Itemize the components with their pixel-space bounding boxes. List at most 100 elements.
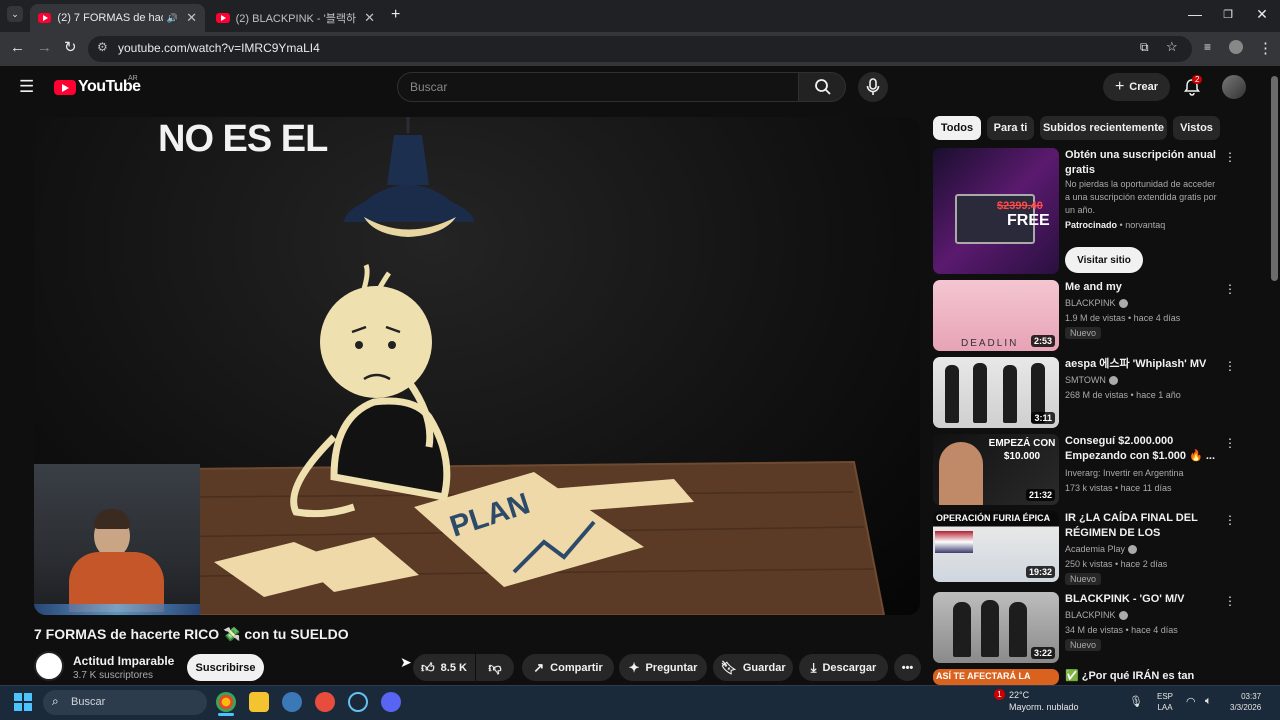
subscribe-button[interactable]: Suscribirse bbox=[187, 654, 264, 681]
discord-icon[interactable] bbox=[381, 692, 401, 712]
rec-item[interactable]: DEADLIN 2:53 Me and my BLACKPINK 1.9 M d… bbox=[933, 280, 1236, 352]
voice-search-button[interactable] bbox=[858, 72, 888, 102]
install-app-icon[interactable]: ⧉ bbox=[1140, 40, 1149, 55]
rec-title[interactable]: aespa 에스파 'Whiplash' MV bbox=[1065, 357, 1223, 372]
dislike-button[interactable]: 👎︎ bbox=[476, 654, 514, 681]
rec-thumbnail[interactable]: 3:22 bbox=[933, 592, 1059, 663]
plus-icon: + bbox=[1114, 78, 1125, 95]
forward-icon[interactable]: → bbox=[37, 39, 52, 56]
rec-channel: SMTOWN bbox=[1065, 375, 1118, 386]
search-button[interactable] bbox=[798, 72, 846, 102]
scrollbar-thumb[interactable] bbox=[1271, 76, 1278, 281]
rec-title[interactable]: Me and my bbox=[1065, 280, 1223, 295]
save-button[interactable]: 🔖︎ Guardar bbox=[713, 654, 793, 681]
more-vertical-icon[interactable]: ⋮ bbox=[1224, 359, 1236, 373]
system-clock[interactable]: 03:37 3/3/2026 bbox=[1230, 691, 1261, 713]
more-vertical-icon[interactable]: ⋮ bbox=[1224, 513, 1236, 527]
more-actions-button[interactable]: ••• bbox=[894, 654, 921, 681]
active-app-indicator bbox=[218, 713, 234, 716]
chip-vistos[interactable]: Vistos bbox=[1173, 116, 1220, 140]
keyboard-lights bbox=[34, 604, 200, 615]
chip-para-ti[interactable]: Para ti bbox=[987, 116, 1034, 140]
rec-title[interactable]: IR ¿LA CAÍDA FINAL DEL RÉGIMEN DE LOS AY… bbox=[1065, 511, 1223, 541]
more-vertical-icon[interactable]: ⋮ bbox=[1224, 594, 1236, 608]
microphone-icon bbox=[866, 78, 880, 95]
ad-card[interactable]: $2399.40 FREE Obtén una suscripción anua… bbox=[933, 148, 1236, 276]
media-control-icon[interactable]: ≡ bbox=[1204, 40, 1211, 54]
rec-title[interactable]: BLACKPINK - 'GO' M/V bbox=[1065, 592, 1223, 607]
download-button[interactable]: ⤓ Descargar bbox=[799, 654, 888, 681]
more-vertical-icon[interactable]: ⋮ bbox=[1224, 436, 1236, 450]
rec-item[interactable]: EMPEZÁ CON $10.000 21:32 Conseguí $2.000… bbox=[933, 434, 1236, 506]
youtube-logo-icon[interactable] bbox=[54, 80, 76, 95]
browser-tab-active[interactable]: (2) 7 FORMAS de hacerte RICO 🔊 ✕ bbox=[30, 4, 205, 32]
weather-widget[interactable]: 22°C Mayorm. nublado bbox=[1009, 689, 1079, 713]
volume-icon[interactable]: 🔈︎ bbox=[1205, 695, 1212, 708]
account-avatar[interactable] bbox=[1222, 75, 1246, 99]
rec-thumbnail[interactable]: 3:11 bbox=[933, 357, 1059, 428]
close-tab-icon[interactable]: ✕ bbox=[186, 10, 197, 26]
app-icon[interactable] bbox=[315, 692, 335, 712]
create-button[interactable]: + Crear bbox=[1103, 73, 1170, 101]
steam-icon[interactable] bbox=[348, 692, 368, 712]
windows-start-icon[interactable] bbox=[14, 693, 32, 711]
video-player[interactable]: NO ES EL PLAN bbox=[34, 117, 920, 615]
tab-search-chevron-icon[interactable]: ⌄ bbox=[7, 6, 23, 22]
rec-channel: BLACKPINK bbox=[1065, 298, 1128, 309]
more-vertical-icon[interactable]: ⋮ bbox=[1224, 150, 1236, 164]
rec-item[interactable]: OPERACIÓN FURIA ÉPICA 19:32 IR ¿LA CAÍDA… bbox=[933, 511, 1236, 585]
browser-tab[interactable]: (2) BLACKPINK - '블랙하우스' (BL ✕ bbox=[208, 4, 383, 32]
new-tab-icon[interactable]: + bbox=[391, 6, 400, 24]
channel-avatar[interactable] bbox=[34, 651, 64, 681]
language-indicator[interactable]: ESP LAA bbox=[1157, 691, 1173, 713]
chip-todos[interactable]: Todos bbox=[933, 116, 981, 140]
profile-icon[interactable] bbox=[1229, 40, 1243, 54]
chip-subidos[interactable]: Subidos recientemente bbox=[1040, 116, 1167, 140]
like-button[interactable]: 👍︎ 8.5 K bbox=[413, 654, 475, 681]
create-label: Crear bbox=[1129, 81, 1159, 93]
rec-meta: 1.9 M de vistas • hace 4 días bbox=[1065, 313, 1181, 323]
bookmark-icon: 🔖︎ bbox=[720, 659, 737, 675]
bookmark-star-icon[interactable]: ☆ bbox=[1166, 39, 1178, 55]
minimize-icon[interactable]: — bbox=[1185, 6, 1205, 22]
video-title: 7 FORMAS de hacerte RICO 💸 con tu SUELDO bbox=[34, 626, 349, 642]
close-tab-icon[interactable]: ✕ bbox=[364, 10, 375, 26]
rec-thumbnail[interactable]: OPERACIÓN FURIA ÉPICA 19:32 bbox=[933, 511, 1059, 582]
close-window-icon[interactable]: ✕ bbox=[1252, 6, 1272, 23]
rec-title[interactable]: Conseguí $2.000.000 Empezando con $1.000… bbox=[1065, 434, 1223, 464]
rec-thumbnail[interactable]: ASÍ TE AFECTARÁ LA bbox=[933, 669, 1059, 685]
address-bar[interactable]: ⚙ youtube.com/watch?v=IMRC9YmaLI4 ⧉ ☆ bbox=[88, 36, 1192, 62]
rec-thumbnail[interactable]: DEADLIN 2:53 bbox=[933, 280, 1059, 351]
ask-button[interactable]: ✦ Preguntar bbox=[619, 654, 707, 681]
more-vertical-icon[interactable]: ⋮ bbox=[1224, 282, 1236, 296]
share-button[interactable]: ↗ Compartir bbox=[522, 654, 614, 681]
maximize-icon[interactable]: ❐ bbox=[1218, 8, 1238, 21]
download-icon: ⤓ bbox=[810, 659, 817, 675]
browser-menu-icon[interactable]: ⋮ bbox=[1258, 39, 1273, 57]
channel-name[interactable]: Actitud Imparable bbox=[73, 654, 174, 668]
chrome-icon[interactable] bbox=[216, 692, 236, 712]
settings-icon[interactable] bbox=[282, 692, 302, 712]
search-input[interactable]: Buscar bbox=[397, 72, 799, 102]
rec-meta: 268 M de vistas • hace 1 año bbox=[1065, 390, 1181, 400]
rec-item[interactable]: ASÍ TE AFECTARÁ LA ✅ ¿Por qué IRÁN es ta… bbox=[933, 669, 1233, 685]
figure-graphic bbox=[981, 600, 999, 657]
reload-icon[interactable]: ↻ bbox=[64, 38, 77, 56]
wifi-icon[interactable]: ◠ bbox=[1186, 695, 1196, 708]
site-info-icon[interactable]: ⚙ bbox=[97, 40, 108, 54]
visit-site-button[interactable]: Visitar sitio bbox=[1065, 247, 1143, 273]
ad-title[interactable]: Obtén una suscripción anual gratis bbox=[1065, 148, 1223, 178]
rec-channel: BLACKPINK bbox=[1065, 610, 1128, 621]
rec-thumbnail[interactable]: EMPEZÁ CON $10.000 21:32 bbox=[933, 434, 1059, 505]
rec-item[interactable]: 3:11 aespa 에스파 'Whiplash' MV SMTOWN 268 … bbox=[933, 357, 1236, 429]
file-explorer-icon[interactable] bbox=[249, 692, 269, 712]
back-icon[interactable]: ← bbox=[10, 39, 25, 56]
ad-thumbnail[interactable]: $2399.40 FREE bbox=[933, 148, 1059, 274]
ad-thumb-price: $2399.40 bbox=[997, 200, 1043, 212]
ad-description: No pierdas la oportunidad de acceder a u… bbox=[1065, 179, 1217, 215]
rec-title[interactable]: ✅ ¿Por qué IRÁN es tan bbox=[1065, 669, 1223, 684]
microphone-tray-icon[interactable]: 🎙︎ bbox=[1129, 695, 1143, 708]
hamburger-menu-icon[interactable]: ☰ bbox=[19, 77, 34, 97]
taskbar-search[interactable]: ⌕ Buscar bbox=[43, 690, 207, 715]
rec-item[interactable]: 3:22 BLACKPINK - 'GO' M/V BLACKPINK 34 M… bbox=[933, 592, 1236, 664]
